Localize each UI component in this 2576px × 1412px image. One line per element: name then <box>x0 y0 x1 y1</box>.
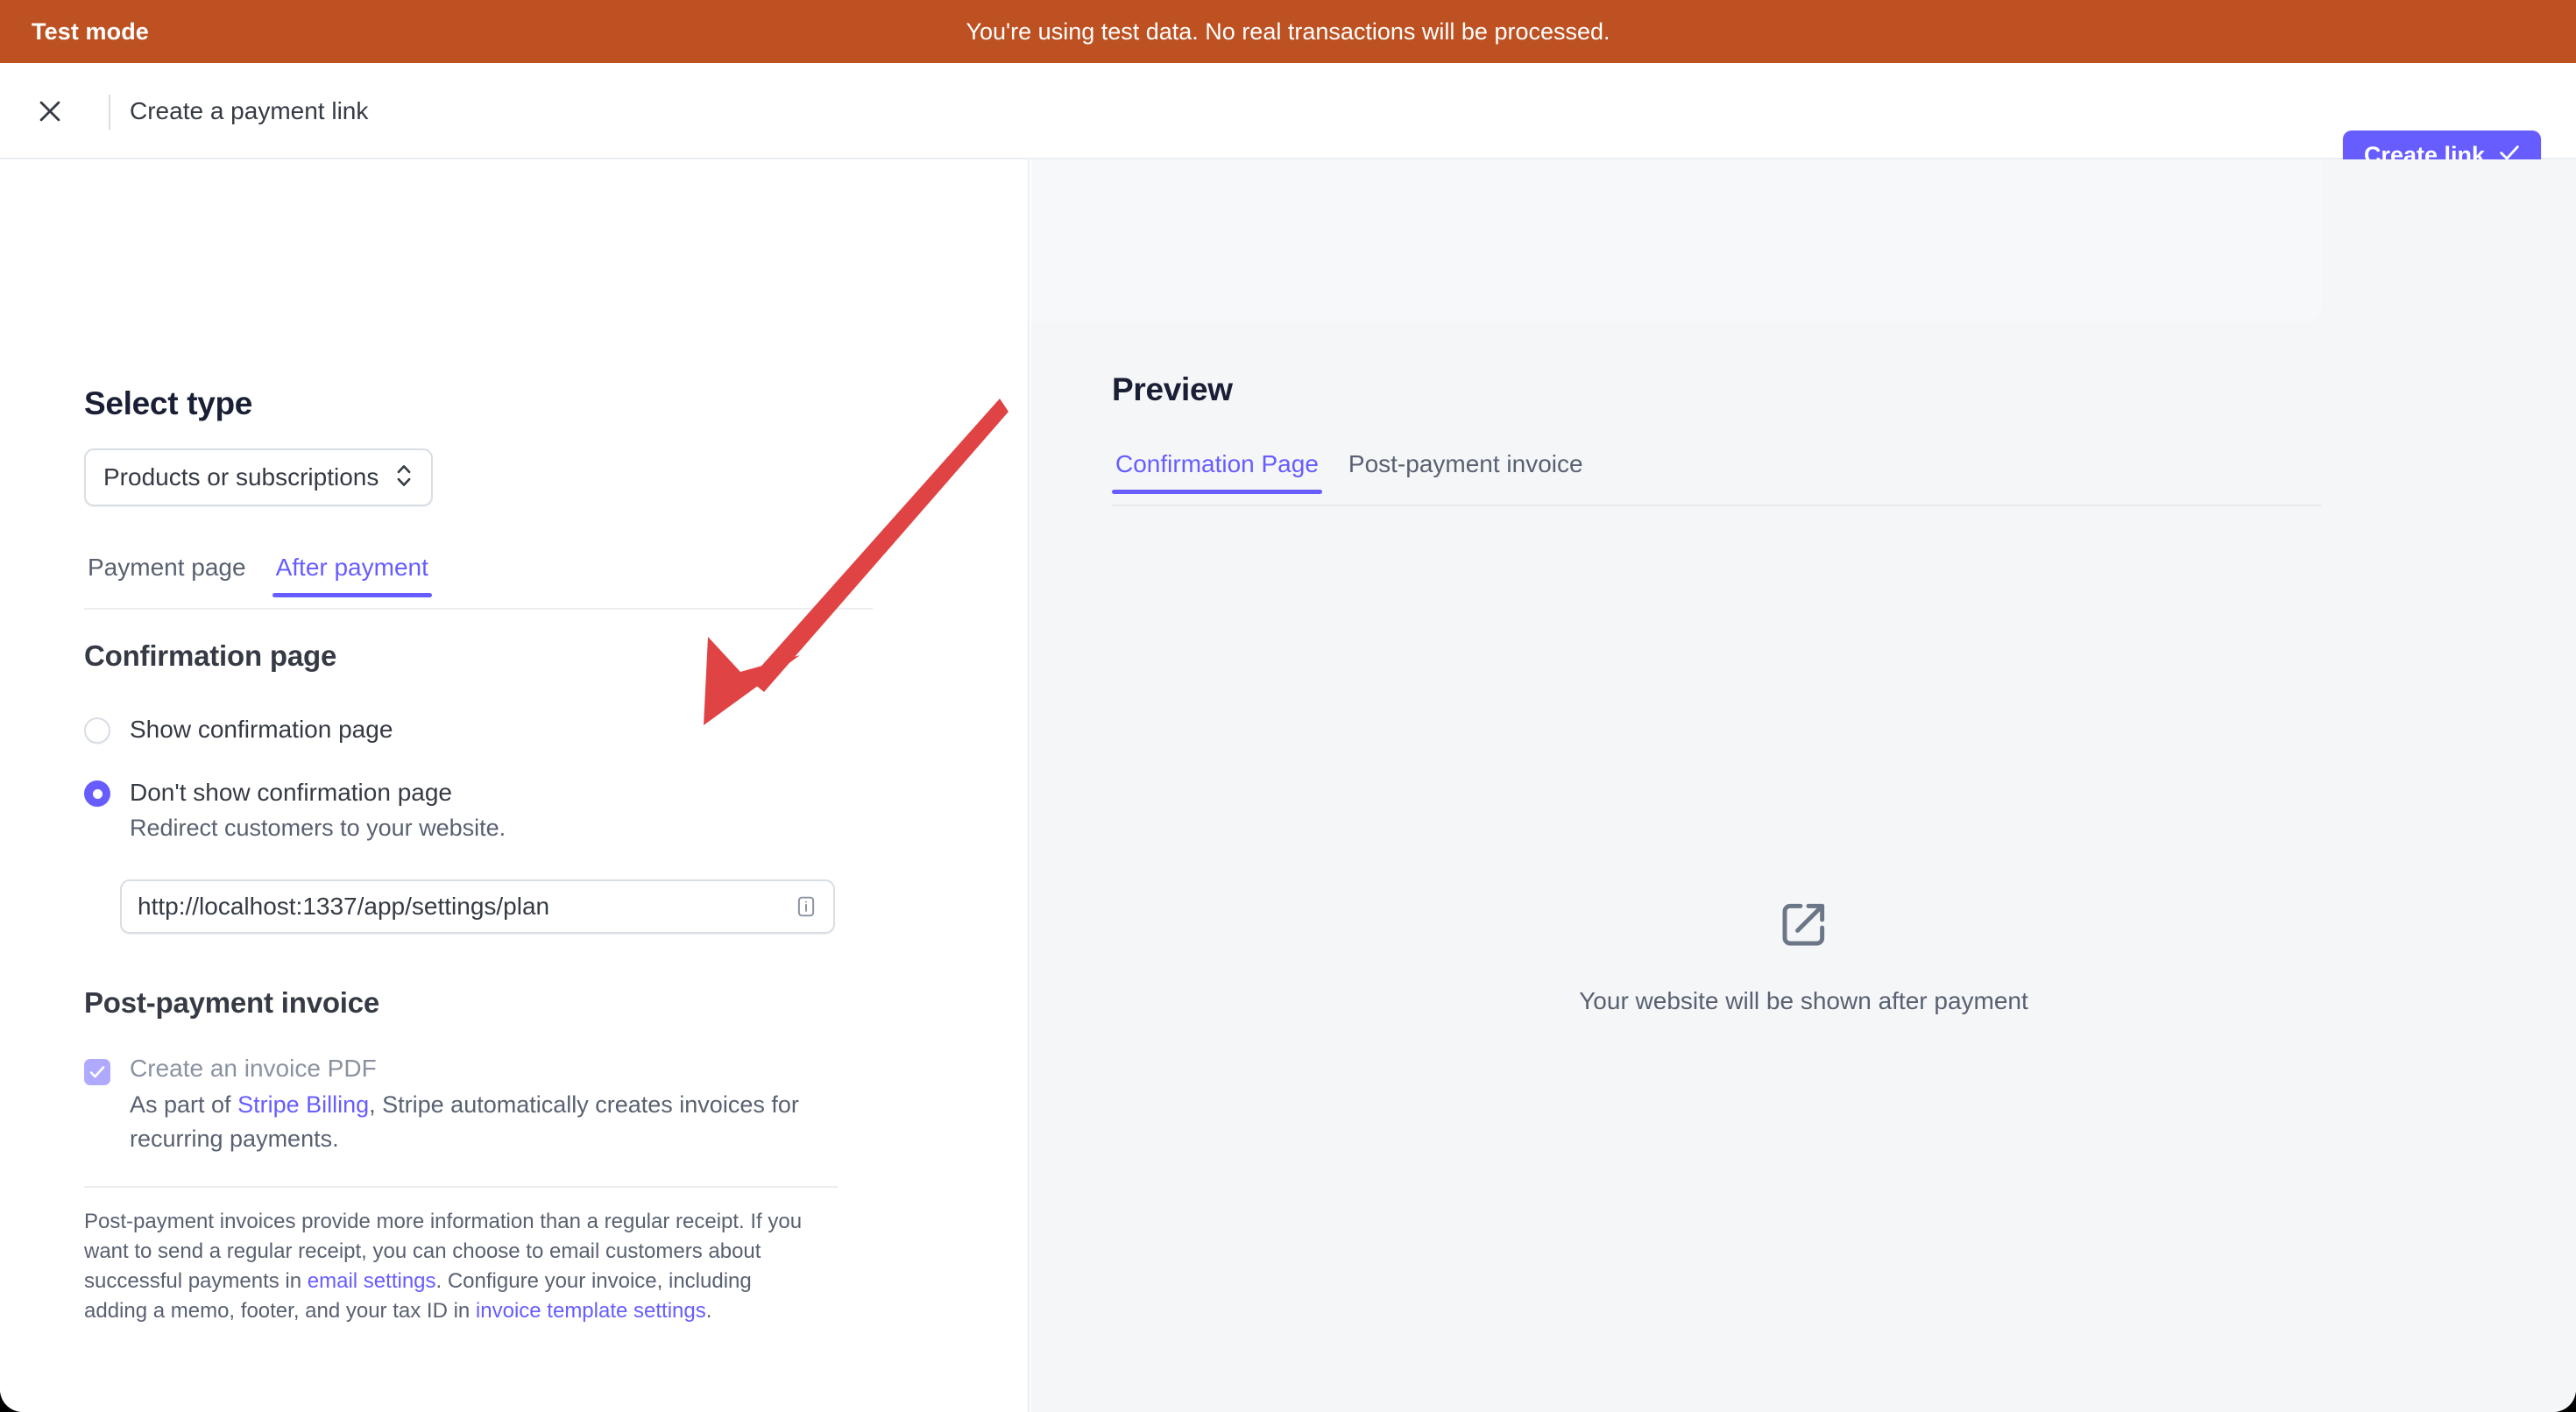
create-invoice-pdf-help: As part of Stripe Billing, Stripe automa… <box>130 1088 831 1156</box>
create-invoice-pdf-row[interactable]: Create an invoice PDF As part of Stripe … <box>84 1055 855 1156</box>
form-tabs: Payment page After payment <box>84 554 873 610</box>
type-select[interactable]: Products or subscriptions <box>84 448 434 506</box>
test-mode-message: You're using test data. No real transact… <box>966 18 1610 45</box>
tab-post-payment-invoice[interactable]: Post-payment invoice <box>1345 450 1587 492</box>
radio-icon-unchecked <box>84 717 110 744</box>
chevron-up-down-icon <box>394 462 414 493</box>
help-prefix: As part of <box>130 1091 238 1118</box>
divider <box>84 1186 838 1188</box>
page-header: Create a payment link Create link <box>0 63 2576 180</box>
preview-empty-text: Your website will be shown after payment <box>1579 987 2028 1014</box>
tab-confirmation-page[interactable]: Confirmation Page <box>1112 450 1322 494</box>
radio-show-confirmation-page[interactable]: Show confirmation page <box>84 713 393 746</box>
radio-icon-checked <box>84 780 110 807</box>
invoice-template-settings-link[interactable]: invoice template settings <box>476 1299 706 1323</box>
test-mode-banner: Test mode You're using test data. No rea… <box>0 0 2576 63</box>
preview-header-card <box>1031 159 2322 321</box>
checkbox-checked-icon <box>84 1059 110 1085</box>
redirect-url-field[interactable] <box>120 879 835 934</box>
select-type-heading: Select type <box>84 385 253 421</box>
close-icon[interactable] <box>26 88 74 135</box>
type-select-value: Products or subscriptions <box>103 463 379 491</box>
tab-after-payment[interactable]: After payment <box>272 554 433 597</box>
preview-empty-state: Your website will be shown after payment <box>1031 895 2576 1015</box>
footer-note-part3: . <box>705 1299 712 1324</box>
page-title: Create a payment link <box>130 97 369 124</box>
external-link-icon <box>1775 895 1833 957</box>
invoice-footer-note: Post-payment invoices provide more infor… <box>84 1207 816 1326</box>
preview-panel: Preview Confirmation Page Post-payment i… <box>1031 159 2576 1412</box>
post-payment-invoice-heading: Post-payment invoice <box>84 986 380 1019</box>
create-invoice-pdf-label: Create an invoice PDF <box>130 1055 377 1082</box>
confirmation-page-heading: Confirmation page <box>84 639 337 672</box>
stripe-billing-link[interactable]: Stripe Billing <box>237 1091 369 1118</box>
preview-tabs: Confirmation Page Post-payment invoice <box>1112 450 2321 506</box>
email-settings-link[interactable]: email settings <box>308 1269 436 1293</box>
form-panel: Select type Products or subscriptions Pa… <box>0 159 1030 1412</box>
preview-heading: Preview <box>1112 371 1233 407</box>
info-icon[interactable] <box>793 893 819 920</box>
browser-window: Test mode You're using test data. No rea… <box>0 0 2576 1412</box>
radio-show-label: Show confirmation page <box>130 716 393 743</box>
radio-dont-show-label: Don't show confirmation page <box>130 779 452 806</box>
radio-dont-show-help: Redirect customers to your website. <box>130 814 506 841</box>
header-divider <box>109 95 110 130</box>
redirect-url-input[interactable] <box>122 881 793 932</box>
radio-dont-show-confirmation-page[interactable]: Don't show confirmation page Redirect cu… <box>84 776 506 842</box>
tab-payment-page[interactable]: Payment page <box>84 554 250 596</box>
